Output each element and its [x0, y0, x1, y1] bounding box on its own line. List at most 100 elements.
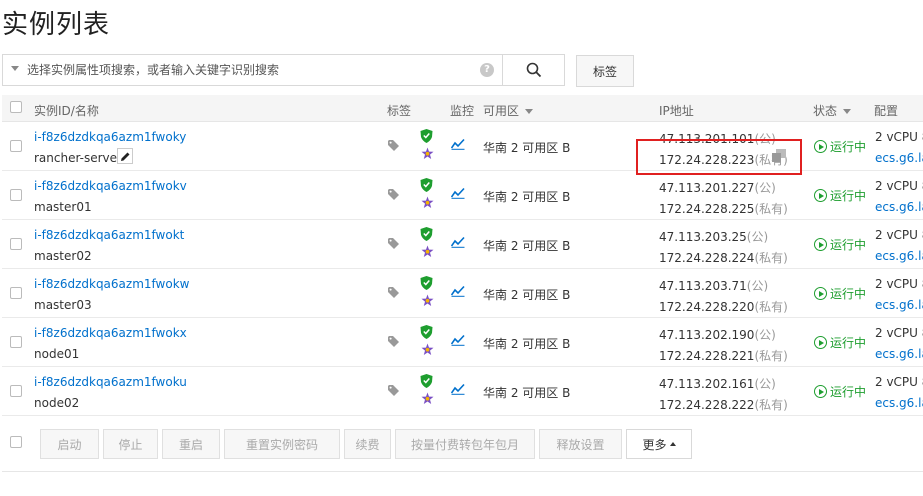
more-button[interactable]: 更多 [626, 429, 692, 459]
monitor-chart-icon[interactable] [450, 334, 465, 349]
tag-icon[interactable] [388, 385, 402, 400]
release-settings-button[interactable]: 释放设置 [539, 429, 622, 459]
tag-icon[interactable] [388, 287, 402, 302]
tag-icon[interactable] [388, 238, 402, 253]
star-badge-icon[interactable] [421, 392, 434, 408]
instance-name: node01 [34, 347, 80, 361]
shield-icon[interactable] [420, 374, 433, 391]
monitor-chart-icon[interactable] [450, 383, 465, 398]
tag-icon[interactable] [388, 140, 402, 155]
private-ip: 172.24.228.225(私有) [659, 200, 788, 217]
instance-name: rancher-server [34, 151, 122, 165]
star-badge-icon[interactable] [421, 245, 434, 261]
instance-id-link[interactable]: i-f8z6dzdkqa6azm1fwokx [34, 326, 187, 340]
page-title: 实例列表 [2, 10, 111, 40]
star-badge-icon[interactable] [421, 196, 434, 212]
header-zone[interactable]: 可用区 [483, 102, 534, 119]
config-instance-type[interactable]: ecs.g6.lar [875, 298, 923, 312]
instance-name: node02 [34, 396, 80, 410]
private-ip-suffix: (私有) [754, 300, 788, 314]
start-button[interactable]: 启动 [40, 429, 99, 459]
help-icon[interactable]: ? [480, 63, 494, 77]
header-ip: IP地址 [659, 104, 694, 118]
status-running: 运行中 [814, 334, 866, 351]
table-row[interactable]: i-f8z6dzdkqa6azm1fwokw master03 华南 2 可用区… [2, 269, 923, 318]
private-ip-suffix: (私有) [754, 251, 788, 265]
play-circle-icon [814, 140, 827, 153]
search-input[interactable] [27, 55, 477, 85]
private-ip-value: 172.24.228.222 [659, 398, 755, 412]
config-instance-type[interactable]: ecs.g6.lar [875, 151, 923, 165]
tag-filter-button[interactable]: 标签 [576, 55, 634, 87]
shield-icon[interactable] [420, 276, 433, 293]
public-ip: 47.113.202.161(公) [659, 375, 776, 392]
instance-id-link[interactable]: i-f8z6dzdkqa6azm1fwokw [34, 277, 189, 291]
config-instance-type[interactable]: ecs.g6.lar [875, 200, 923, 214]
row-checkbox[interactable] [10, 189, 22, 201]
status-text: 运行中 [830, 238, 867, 252]
instance-id-link[interactable]: i-f8z6dzdkqa6azm1fwoky [34, 130, 186, 144]
convert-billing-button[interactable]: 按量付费转包年包月 [395, 429, 535, 459]
status-text: 运行中 [830, 336, 867, 350]
edit-icon[interactable] [117, 148, 133, 164]
header-status[interactable]: 状态 [813, 102, 852, 119]
private-ip-suffix: (私有) [754, 398, 788, 412]
config-cpu: 2 vCPU 8 [875, 228, 923, 242]
shield-icon[interactable] [420, 325, 433, 342]
row-checkbox[interactable] [10, 287, 22, 299]
instance-id-link[interactable]: i-f8z6dzdkqa6azm1fwokt [34, 228, 184, 242]
public-ip-value: 47.113.203.25 [659, 230, 747, 244]
row-checkbox[interactable] [10, 336, 22, 348]
header-id-name: 实例ID/名称 [34, 104, 99, 118]
config-instance-type[interactable]: ecs.g6.lar [875, 396, 923, 410]
table-row[interactable]: i-f8z6dzdkqa6azm1fwokx node01 华南 2 可用区 B… [2, 318, 923, 367]
table-row[interactable]: i-f8z6dzdkqa6azm1fwoku node02 华南 2 可用区 B… [2, 367, 923, 416]
star-badge-icon[interactable] [421, 147, 434, 163]
header-status-label: 状态 [813, 104, 838, 118]
select-all-checkbox[interactable] [10, 101, 22, 113]
search-box[interactable]: ? [2, 54, 503, 86]
select-all-checkbox-bottom[interactable] [10, 436, 22, 448]
public-ip: 47.113.203.25(公) [659, 228, 768, 245]
more-button-label: 更多 [642, 437, 667, 452]
tag-icon[interactable] [388, 336, 402, 351]
status-running: 运行中 [814, 236, 866, 253]
status-text: 运行中 [830, 140, 867, 154]
config-instance-type[interactable]: ecs.g6.lar [875, 347, 923, 361]
shield-icon[interactable] [420, 227, 433, 244]
table-header: 实例ID/名称 标签 监控 可用区 IP地址 状态 配置 [2, 95, 923, 122]
zone-text: 华南 2 可用区 B [483, 239, 571, 253]
zone-text: 华南 2 可用区 B [483, 190, 571, 204]
monitor-chart-icon[interactable] [450, 285, 465, 300]
tag-icon[interactable] [388, 189, 402, 204]
renew-button[interactable]: 续费 [344, 429, 391, 459]
play-circle-icon [814, 336, 827, 349]
search-button[interactable] [502, 54, 565, 86]
row-checkbox[interactable] [10, 385, 22, 397]
star-badge-icon[interactable] [421, 343, 434, 359]
header-monitor: 监控 [450, 104, 475, 118]
header-config: 配置 [874, 104, 899, 118]
monitor-chart-icon[interactable] [450, 138, 465, 153]
shield-icon[interactable] [420, 129, 433, 146]
chevron-down-icon [843, 109, 852, 114]
row-checkbox[interactable] [10, 140, 22, 152]
public-ip-suffix: (公) [754, 181, 776, 195]
config-cpu: 2 vCPU 8 [875, 277, 923, 291]
instance-id-link[interactable]: i-f8z6dzdkqa6azm1fwoku [34, 375, 187, 389]
monitor-chart-icon[interactable] [450, 236, 465, 251]
config-instance-type[interactable]: ecs.g6.lar [875, 249, 923, 263]
reset-password-button[interactable]: 重置实例密码 [224, 429, 340, 459]
shield-icon[interactable] [420, 178, 433, 195]
config-cpu: 2 vCPU 8 [875, 130, 923, 144]
public-ip: 47.113.202.190(公) [659, 326, 776, 343]
filter-dropdown-caret-icon[interactable] [11, 66, 19, 71]
row-checkbox[interactable] [10, 238, 22, 250]
restart-button[interactable]: 重启 [162, 429, 220, 459]
table-row[interactable]: i-f8z6dzdkqa6azm1fwokt master02 华南 2 可用区… [2, 220, 923, 269]
stop-button[interactable]: 停止 [103, 429, 158, 459]
star-badge-icon[interactable] [421, 294, 434, 310]
table-row[interactable]: i-f8z6dzdkqa6azm1fwokv master01 华南 2 可用区… [2, 171, 923, 220]
monitor-chart-icon[interactable] [450, 187, 465, 202]
instance-id-link[interactable]: i-f8z6dzdkqa6azm1fwokv [34, 179, 187, 193]
